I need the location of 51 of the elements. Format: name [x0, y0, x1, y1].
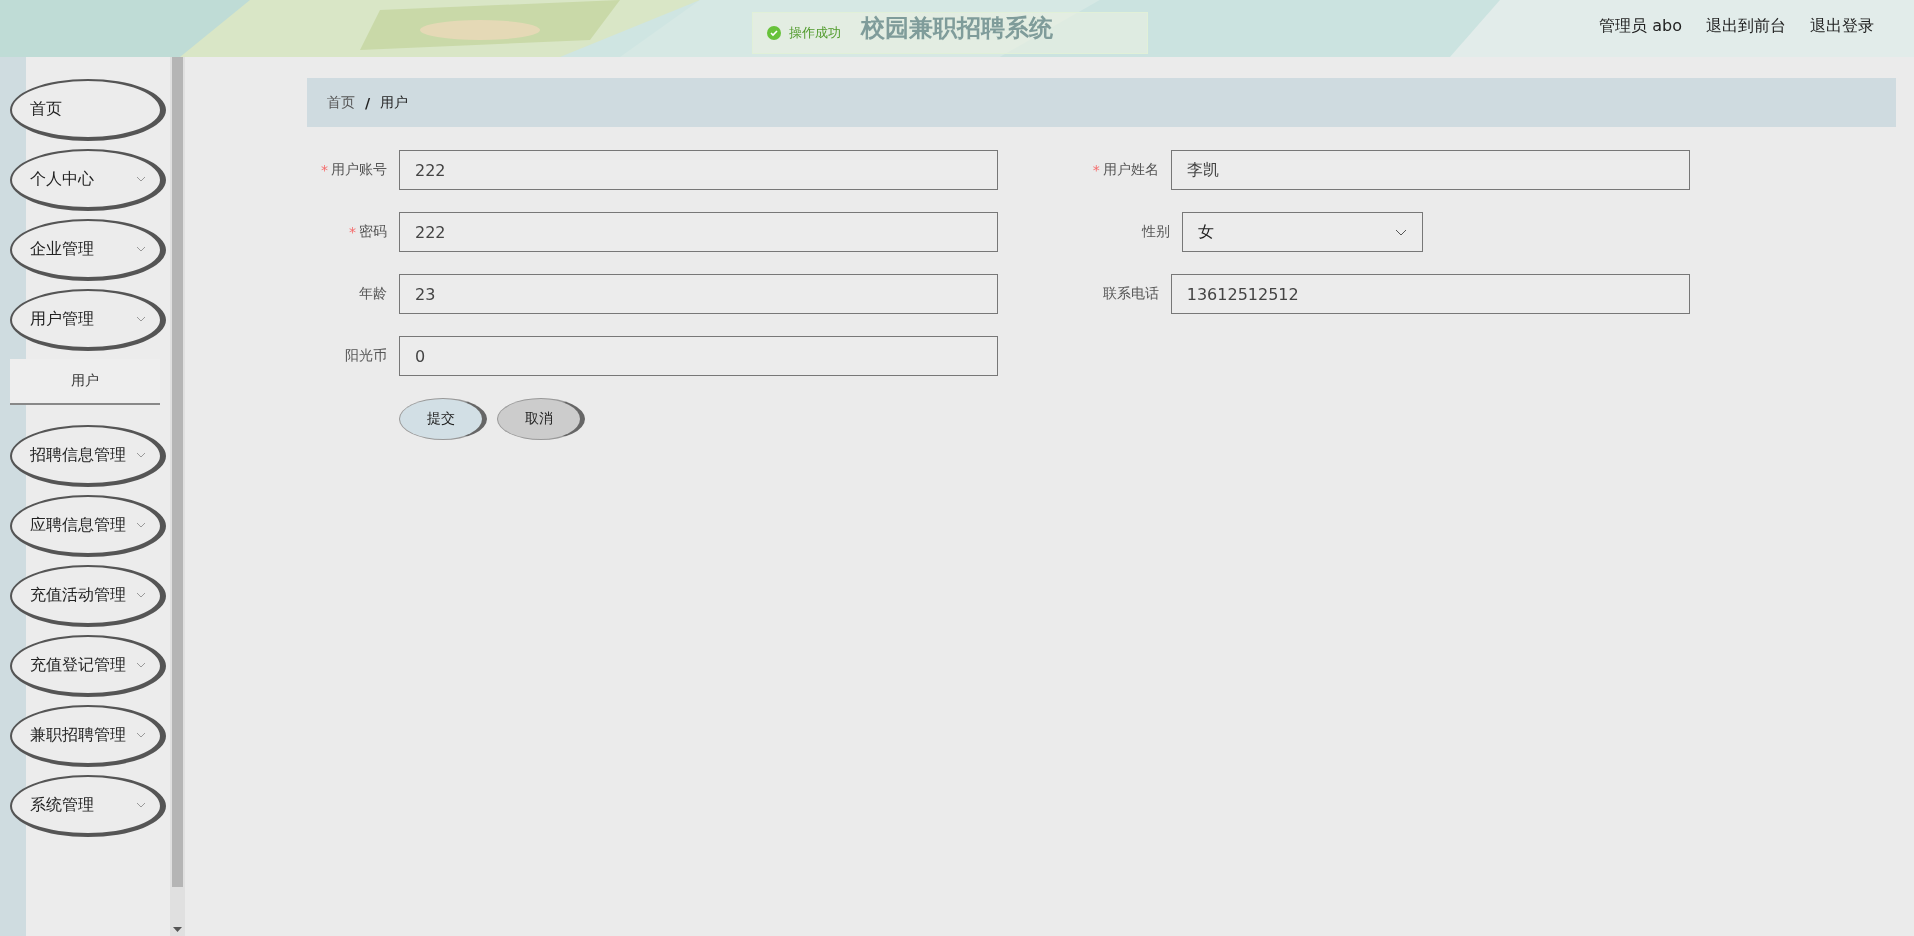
- scrollbar[interactable]: [170, 57, 185, 936]
- required-mark: *: [321, 162, 328, 178]
- input-field[interactable]: 13612512512: [1170, 274, 1690, 314]
- required-mark: *: [349, 224, 356, 240]
- sidebar-item[interactable]: 系统管理: [10, 775, 166, 837]
- gender-select[interactable]: 女: [1182, 212, 1423, 252]
- chevron-icon: [136, 802, 146, 808]
- input-field[interactable]: 李凯: [1170, 150, 1690, 190]
- check-circle-icon: [767, 26, 781, 40]
- submit-button[interactable]: 提交: [399, 398, 487, 440]
- sidebar-item[interactable]: 应聘信息管理: [10, 495, 166, 557]
- input-field[interactable]: 23: [399, 274, 998, 314]
- chevron-icon: [136, 592, 146, 598]
- field-label: 联系电话: [1102, 285, 1159, 303]
- chevron-icon: [136, 316, 146, 322]
- chevron-icon: [136, 452, 146, 458]
- breadcrumb-separator: /: [365, 94, 371, 111]
- breadcrumb-item[interactable]: 首页: [327, 93, 355, 112]
- breadcrumb-item: 用户: [380, 93, 409, 112]
- input-field[interactable]: 222: [399, 212, 998, 252]
- sidebar-item[interactable]: 首页: [10, 79, 166, 141]
- input-field[interactable]: 0: [399, 336, 998, 376]
- site-title: 校园兼职招聘系统: [861, 13, 1053, 44]
- sidebar-item[interactable]: 充值活动管理: [10, 565, 166, 627]
- header-link[interactable]: 退出登录: [1810, 16, 1874, 37]
- sidebar-item[interactable]: 个人中心: [10, 149, 166, 211]
- sidebar-item[interactable]: 招聘信息管理: [10, 425, 166, 487]
- field-label: 阳光币: [345, 347, 387, 365]
- field-label: 密码: [359, 223, 387, 241]
- header-link[interactable]: 管理员 abo: [1599, 16, 1682, 37]
- sidebar-item[interactable]: 充值登记管理: [10, 635, 166, 697]
- sidebar-item[interactable]: 兼职招聘管理: [10, 705, 166, 767]
- input-field[interactable]: 222: [399, 150, 998, 190]
- field-label: 年龄: [359, 285, 387, 303]
- toast-message: 操作成功: [789, 24, 841, 42]
- sidebar-subitem[interactable]: 用户: [10, 359, 160, 405]
- sidebar-item[interactable]: 用户管理: [10, 289, 166, 351]
- field-label: 用户姓名: [1102, 161, 1159, 179]
- cancel-button[interactable]: 取消: [497, 398, 585, 440]
- chevron-icon: [136, 732, 146, 738]
- chevron-icon: [136, 176, 146, 182]
- chevron-icon: [136, 246, 146, 252]
- chevron-icon: [1395, 228, 1407, 236]
- chevron-icon: [136, 662, 146, 668]
- chevron-icon: [136, 522, 146, 528]
- required-mark: *: [1092, 162, 1100, 178]
- header-link[interactable]: 退出到前台: [1706, 16, 1786, 37]
- scroll-down-icon[interactable]: [173, 927, 182, 932]
- field-label: 用户账号: [331, 161, 387, 179]
- field-label: 性别: [1142, 223, 1170, 241]
- sidebar-item[interactable]: 企业管理: [10, 219, 166, 281]
